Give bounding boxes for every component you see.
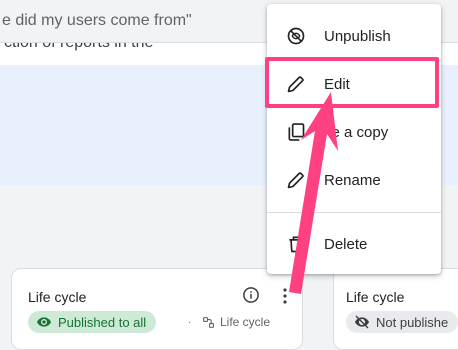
unpublish-icon [287,27,305,45]
unpublished-status-chip: Not publishe [346,311,458,333]
collection-card[interactable]: Life cycle Published to all · Life cycle [11,268,303,350]
trash-icon [289,236,303,253]
status-label: Published to all [58,314,147,330]
menu-item-edit[interactable]: Edit [267,60,441,108]
context-menu: Unpublish Edit ke a copy Rename Delete [267,4,441,274]
card-title: Life cycle [346,289,405,305]
copy-icon [288,123,305,141]
more-vert-icon[interactable] [282,288,288,304]
collection-card[interactable]: Life cycle Not publishe [333,268,458,350]
search-input-text[interactable]: e did my users come from" [2,12,192,30]
menu-item-label: Delete [324,235,368,253]
menu-item-label: Edit [324,75,350,93]
menu-item-rename[interactable]: Rename [267,156,441,204]
pencil-icon [287,172,304,189]
status-label: Not publishe [376,314,449,330]
menu-item-label: Rename [324,171,381,189]
info-icon[interactable] [242,286,260,304]
menu-item-unpublish[interactable]: Unpublish [267,12,441,60]
menu-item-label: Unpublish [324,27,391,45]
lifecycle-link[interactable]: Life cycle [202,315,270,329]
card-title: Life cycle [28,289,87,305]
lifecycle-icon [203,316,214,328]
pencil-icon [287,76,304,93]
menu-item-make-copy[interactable]: ke a copy [267,108,441,156]
menu-divider [267,212,441,213]
eye-icon [37,317,51,327]
eye-off-icon [355,315,369,329]
menu-item-label: ke a copy [324,123,389,141]
description-text: ction of reports in the [4,43,153,52]
menu-item-delete[interactable]: Delete [267,220,441,268]
lifecycle-link-label: Life cycle [220,315,271,329]
separator-dot: · [188,317,192,328]
published-status-chip: Published to all [28,311,157,333]
